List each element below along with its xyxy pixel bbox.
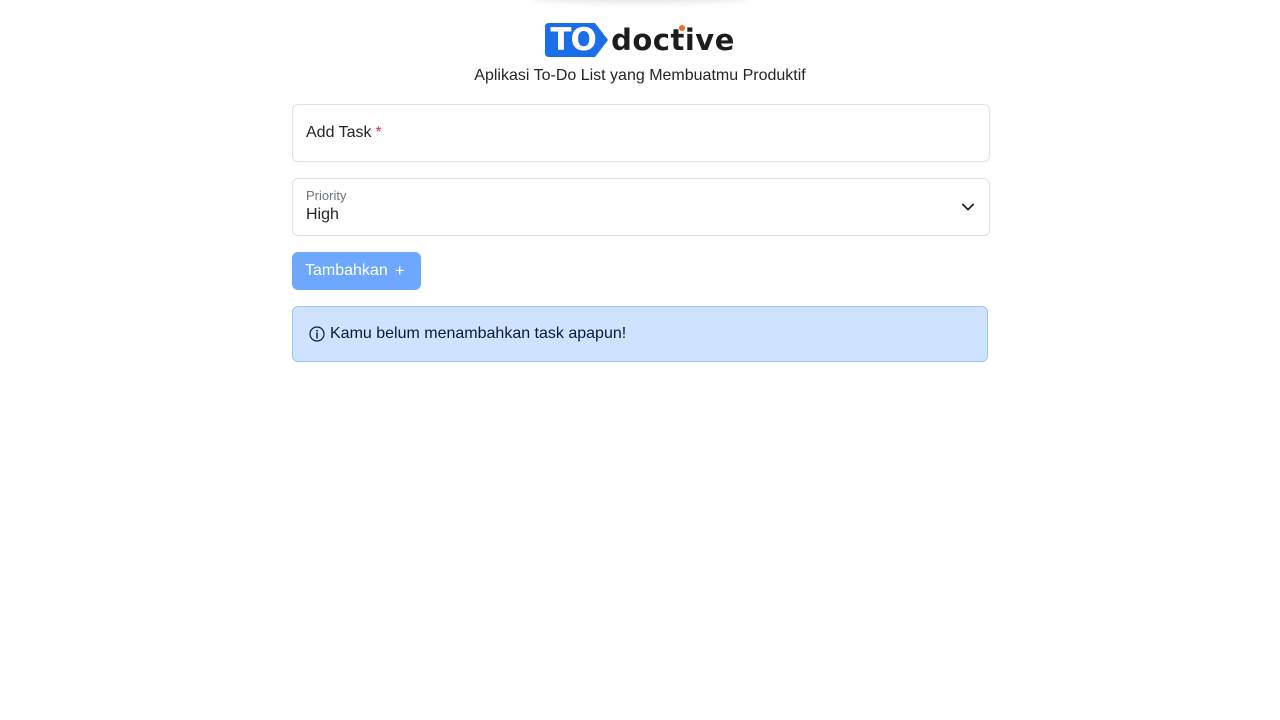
logo-tag-text: TO bbox=[550, 22, 597, 58]
logo-tag: TO bbox=[545, 23, 609, 57]
add-task-button[interactable]: Tambahkan + bbox=[292, 252, 421, 290]
logo-word-text: doctive bbox=[611, 23, 735, 57]
priority-select[interactable]: Priority High bbox=[292, 178, 990, 236]
app-logo: TO doctive bbox=[545, 22, 735, 58]
add-task-label: Add Task * bbox=[306, 124, 382, 142]
empty-state-alert: Kamu belum menambahkan task apapun! bbox=[292, 306, 988, 362]
add-task-button-label: Tambahkan bbox=[305, 262, 388, 279]
priority-label: Priority bbox=[306, 188, 347, 203]
app-subtitle: Aplikasi To-Do List yang Membuatmu Produ… bbox=[474, 67, 806, 84]
logo-wordmark: doctive bbox=[611, 23, 735, 57]
plus-icon: + bbox=[394, 261, 405, 280]
priority-selected-value: High bbox=[306, 206, 339, 223]
info-icon bbox=[309, 326, 325, 342]
page-header: TO doctive Aplikasi To-Do List yang Memb… bbox=[0, 22, 1280, 85]
required-mark: * bbox=[375, 124, 382, 141]
add-task-label-text: Add Task bbox=[306, 124, 372, 141]
chevron-down-icon bbox=[961, 203, 975, 211]
add-task-field[interactable]: Add Task * bbox=[292, 104, 990, 162]
alert-message: Kamu belum menambahkan task apapun! bbox=[330, 325, 627, 342]
